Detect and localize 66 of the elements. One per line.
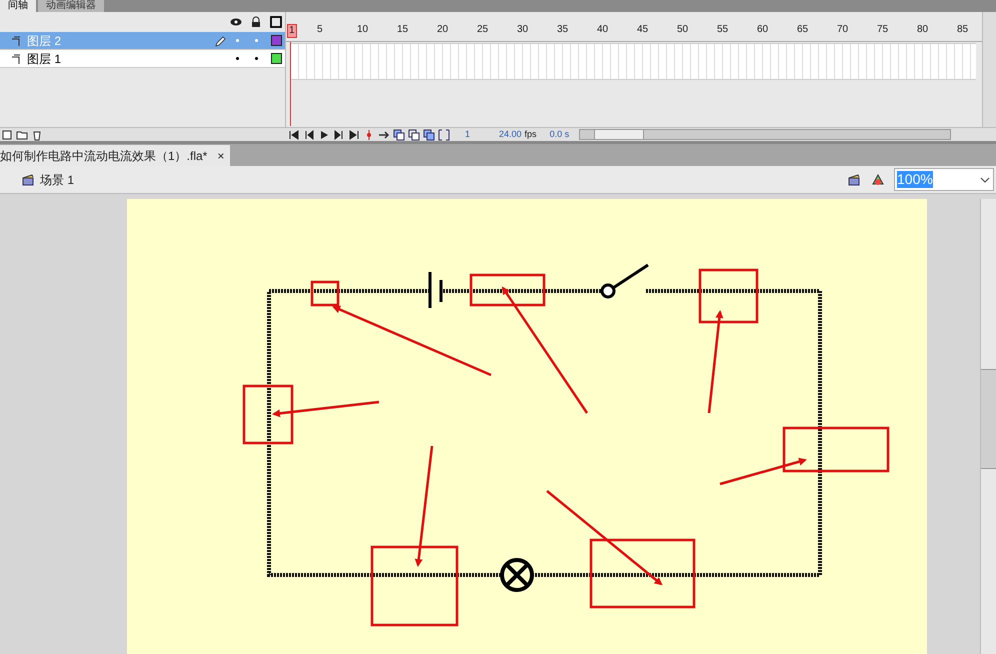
frame-number: 80 <box>917 24 928 36</box>
layer-icon[interactable] <box>10 34 22 46</box>
loop-icon[interactable] <box>378 128 390 140</box>
eye-icon[interactable] <box>230 16 242 28</box>
outline-icon[interactable] <box>270 16 282 28</box>
new-layer-icon[interactable] <box>1 128 13 140</box>
highlight-rectangle <box>698 268 758 324</box>
document-tab[interactable]: 如何制作电路中流动电流效果（1）.fla* × <box>0 145 230 166</box>
panel-tab[interactable]: 动画编辑器 <box>38 0 104 12</box>
layer-color-swatch[interactable] <box>271 35 282 46</box>
switch-symbol <box>600 264 649 298</box>
first-frame-icon[interactable] <box>288 128 300 140</box>
highlight-rectangle <box>310 280 340 306</box>
onion-outline-icon[interactable] <box>408 128 420 140</box>
frame-number: 45 <box>637 24 648 36</box>
markers-icon[interactable] <box>438 128 450 140</box>
highlight-rectangle <box>242 384 294 444</box>
frame-number: 85 <box>957 24 968 36</box>
close-button[interactable]: × <box>217 146 224 164</box>
scene-label: 场景 1 <box>40 172 74 188</box>
layer-color-swatch[interactable] <box>271 53 282 64</box>
step-forward-icon[interactable] <box>333 128 345 140</box>
frame-number: 1 <box>287 24 297 38</box>
pencil-icon[interactable] <box>214 34 226 46</box>
frame-number: 55 <box>717 24 728 36</box>
step-back-icon[interactable] <box>303 128 315 140</box>
vertical-scrollbar[interactable] <box>982 12 996 127</box>
last-frame-icon[interactable] <box>348 128 360 140</box>
frame-rate[interactable]: 24.00 <box>499 128 522 142</box>
frame-number: 40 <box>597 24 608 36</box>
frame-number: 15 <box>397 24 408 36</box>
horizontal-scrollbar[interactable] <box>579 129 952 140</box>
frame-number: 10 <box>357 24 368 36</box>
current-frame[interactable]: 1 <box>465 128 470 142</box>
shapes-icon[interactable] <box>870 174 886 186</box>
panel-tab[interactable]: 间轴 <box>0 0 36 12</box>
scroll-thumb[interactable] <box>981 369 996 469</box>
zoom-value: 100% <box>897 171 933 188</box>
frame-number: 70 <box>837 24 848 36</box>
frame-number: 30 <box>517 24 528 36</box>
document-title: 如何制作电路中流动电流效果（1）.fla* <box>0 148 208 164</box>
battery-symbol <box>428 270 442 310</box>
elapsed-time[interactable]: 0.0 s <box>550 128 570 142</box>
edit-frames-icon[interactable] <box>423 128 435 140</box>
layer-row[interactable]: 图层 1 <box>0 50 285 68</box>
layer-name: 图层 2 <box>27 32 62 50</box>
frame-number: 20 <box>437 24 448 36</box>
layer-name: 图层 1 <box>27 50 62 68</box>
onion-skin-icon[interactable] <box>393 128 405 140</box>
frame-number: 60 <box>757 24 768 36</box>
frame-number: 35 <box>557 24 568 36</box>
zoom-field[interactable]: 100% <box>894 168 994 191</box>
lamp-symbol <box>500 558 534 592</box>
stage-scrollbar[interactable] <box>980 199 996 654</box>
clapperboard-icon[interactable] <box>846 174 862 186</box>
clapperboard-icon[interactable] <box>20 174 36 186</box>
frame-number: 50 <box>677 24 688 36</box>
frame-number: 75 <box>877 24 888 36</box>
frame-number: 25 <box>477 24 488 36</box>
lock-icon[interactable] <box>250 16 262 28</box>
frame-number: 5 <box>317 24 323 36</box>
chevron-down-icon[interactable] <box>980 176 990 184</box>
scroll-thumb[interactable] <box>594 130 644 139</box>
layer-icon[interactable] <box>10 52 22 64</box>
fps-label: fps <box>524 128 537 141</box>
frame-number: 65 <box>797 24 808 36</box>
